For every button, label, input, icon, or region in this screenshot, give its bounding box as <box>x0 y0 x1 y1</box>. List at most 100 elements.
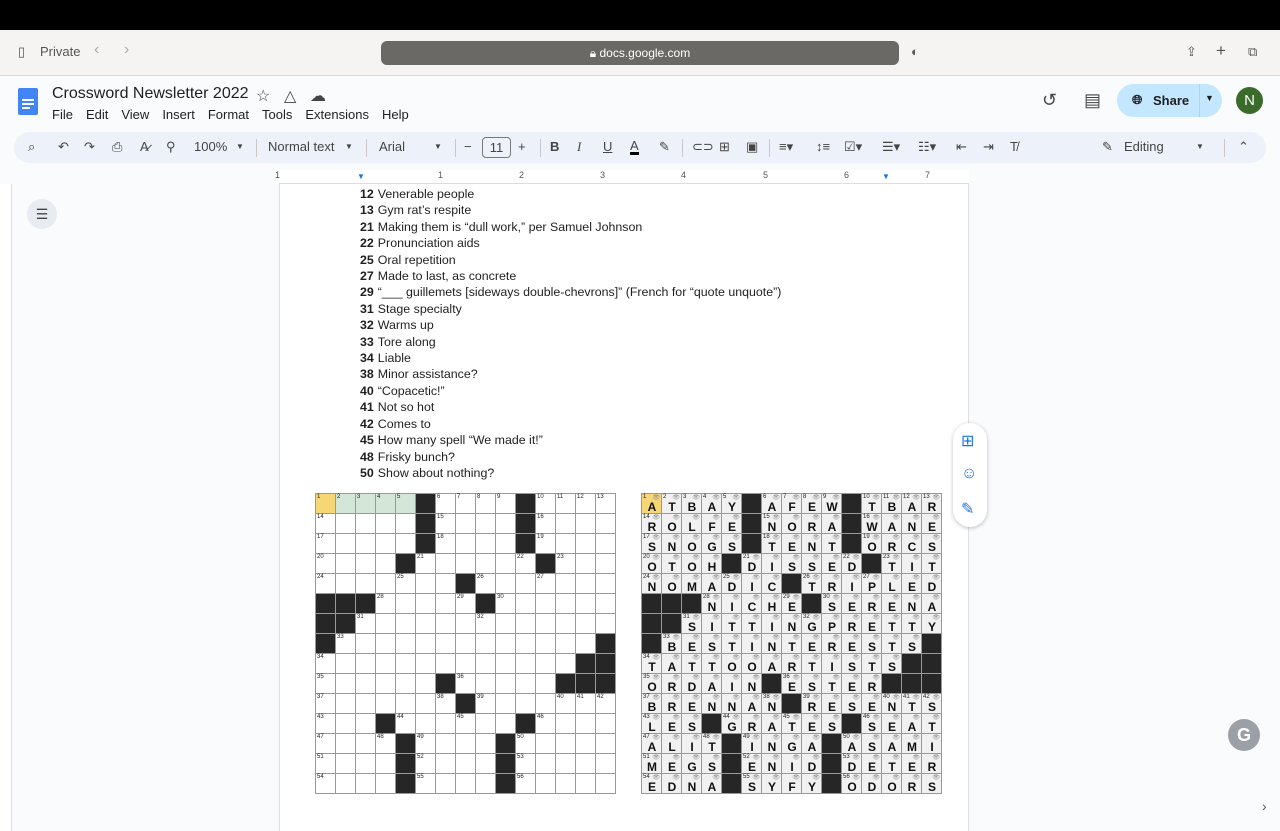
grid-cell[interactable]: 👁︎ <box>842 574 862 594</box>
style-dropdown-icon[interactable]: ▼ <box>345 142 353 151</box>
grid-cell[interactable]: 👁︎ <box>902 734 922 754</box>
grid-cell[interactable] <box>456 774 476 794</box>
grid-cell[interactable]: 👁︎ <box>662 714 682 734</box>
grid-cell[interactable] <box>336 714 356 734</box>
style-select[interactable]: Normal text <box>268 139 334 154</box>
grid-cell[interactable]: 👁︎ <box>902 554 922 574</box>
grid-cell[interactable]: 9 👁︎ <box>822 494 842 514</box>
menu-format[interactable]: Format <box>208 107 249 122</box>
grid-cell[interactable] <box>516 614 536 634</box>
grid-cell[interactable]: 👁︎ <box>702 554 722 574</box>
grid-cell[interactable] <box>396 654 416 674</box>
grid-cell[interactable] <box>436 774 456 794</box>
grid-cell[interactable]: 👁︎ <box>702 534 722 554</box>
grid-cell[interactable] <box>516 634 536 654</box>
grid-cell[interactable] <box>476 554 496 574</box>
right-indent-marker[interactable]: ▼ <box>882 172 890 181</box>
grid-cell[interactable]: 53 👁︎ <box>842 754 862 774</box>
grid-cell[interactable]: 33 <box>336 634 356 654</box>
grid-cell[interactable] <box>376 634 396 654</box>
grid-cell[interactable]: 10 <box>536 494 556 514</box>
grid-cell[interactable]: 👁︎ <box>822 554 842 574</box>
grid-cell[interactable]: 👁︎ <box>682 654 702 674</box>
grid-cell[interactable] <box>376 674 396 694</box>
grid-cell[interactable]: 38 <box>436 694 456 714</box>
grid-cell[interactable]: 👁︎ <box>822 574 842 594</box>
grid-cell[interactable]: 47 👁︎ <box>642 734 662 754</box>
grid-cell[interactable]: 👁︎ <box>742 654 762 674</box>
grid-cell[interactable]: 👁︎ <box>722 674 742 694</box>
grid-cell[interactable]: 52 👁︎ <box>742 754 762 774</box>
grid-cell[interactable] <box>556 714 576 734</box>
grid-cell[interactable]: 21 👁︎ <box>742 554 762 574</box>
grid-cell[interactable] <box>556 614 576 634</box>
grid-cell[interactable]: 19 👁︎ <box>862 534 882 554</box>
grid-cell[interactable] <box>356 714 376 734</box>
grid-cell[interactable]: 👁︎ <box>882 594 902 614</box>
grid-cell[interactable]: 👁︎ <box>782 734 802 754</box>
grid-cell[interactable]: 👁︎ <box>682 674 702 694</box>
grid-cell[interactable]: 2 <box>336 494 356 514</box>
grid-cell[interactable]: 12 <box>576 494 596 514</box>
grid-cell[interactable] <box>376 514 396 534</box>
grid-cell[interactable] <box>476 654 496 674</box>
grid-cell[interactable] <box>336 654 356 674</box>
grid-cell[interactable]: 55 👁︎ <box>742 774 762 794</box>
grid-cell[interactable]: 34 👁︎ <box>642 654 662 674</box>
grid-cell[interactable]: 👁︎ <box>722 694 742 714</box>
grid-cell[interactable]: 👁︎ <box>762 774 782 794</box>
grid-cell[interactable] <box>576 754 596 774</box>
grid-cell[interactable] <box>536 694 556 714</box>
grid-cell[interactable] <box>396 674 416 694</box>
grid-cell[interactable] <box>496 534 516 554</box>
grid-cell[interactable]: 40 <box>556 694 576 714</box>
grid-cell[interactable]: 30 👁︎ <box>822 594 842 614</box>
search-icon[interactable]: ⌕ <box>28 139 35 155</box>
grid-cell[interactable]: 35 👁︎ <box>642 674 662 694</box>
grid-cell[interactable]: 24 <box>316 574 336 594</box>
grid-cell[interactable]: 👁︎ <box>762 554 782 574</box>
grid-cell[interactable]: 👁︎ <box>822 694 842 714</box>
grid-cell[interactable]: 👁︎ <box>922 614 942 634</box>
grid-cell[interactable]: 👁︎ <box>722 594 742 614</box>
grid-cell[interactable] <box>556 754 576 774</box>
grid-cell[interactable]: 3 <box>356 494 376 514</box>
grid-cell[interactable]: 48 👁︎ <box>702 734 722 754</box>
grid-cell[interactable]: 11 👁︎ <box>882 494 902 514</box>
grid-cell[interactable]: 👁︎ <box>702 694 722 714</box>
grid-cell[interactable]: 👁︎ <box>902 774 922 794</box>
grid-cell[interactable]: 54 👁︎ <box>642 774 662 794</box>
grid-cell[interactable] <box>536 594 556 614</box>
menu-tools[interactable]: Tools <box>262 107 292 122</box>
menu-file[interactable]: File <box>52 107 73 122</box>
grid-cell[interactable] <box>596 554 616 574</box>
grid-cell[interactable]: 👁︎ <box>922 594 942 614</box>
grid-cell[interactable]: 👁︎ <box>702 774 722 794</box>
grid-cell[interactable] <box>436 594 456 614</box>
grid-cell[interactable]: 3 👁︎ <box>682 494 702 514</box>
grid-cell[interactable]: 👁︎ <box>782 634 802 654</box>
grid-cell[interactable] <box>516 574 536 594</box>
decrease-font-size-icon[interactable]: − <box>464 139 472 154</box>
grid-cell[interactable] <box>516 654 536 674</box>
grid-cell[interactable]: 👁︎ <box>822 634 842 654</box>
grid-cell[interactable]: 9 <box>496 494 516 514</box>
grid-cell[interactable]: 👁︎ <box>842 694 862 714</box>
editing-mode-select[interactable]: Editing <box>1124 139 1164 154</box>
font-select[interactable]: Arial <box>379 139 405 154</box>
highlight-color-icon[interactable]: ✎ <box>659 139 670 155</box>
grid-cell[interactable] <box>476 674 496 694</box>
grid-cell[interactable] <box>356 534 376 554</box>
grid-cell[interactable]: 32 👁︎ <box>802 614 822 634</box>
grid-cell[interactable]: 50 <box>516 734 536 754</box>
grid-cell[interactable]: 👁︎ <box>782 754 802 774</box>
grid-cell[interactable]: 👁︎ <box>822 674 842 694</box>
grid-cell[interactable]: 28 👁︎ <box>702 594 722 614</box>
grid-cell[interactable] <box>376 774 396 794</box>
grid-cell[interactable]: 51 <box>316 754 336 774</box>
grid-cell[interactable]: 14 <box>316 514 336 534</box>
grid-cell[interactable] <box>356 694 376 714</box>
grid-cell[interactable]: 29 <box>456 594 476 614</box>
menu-edit[interactable]: Edit <box>86 107 108 122</box>
grid-cell[interactable]: 👁︎ <box>762 714 782 734</box>
